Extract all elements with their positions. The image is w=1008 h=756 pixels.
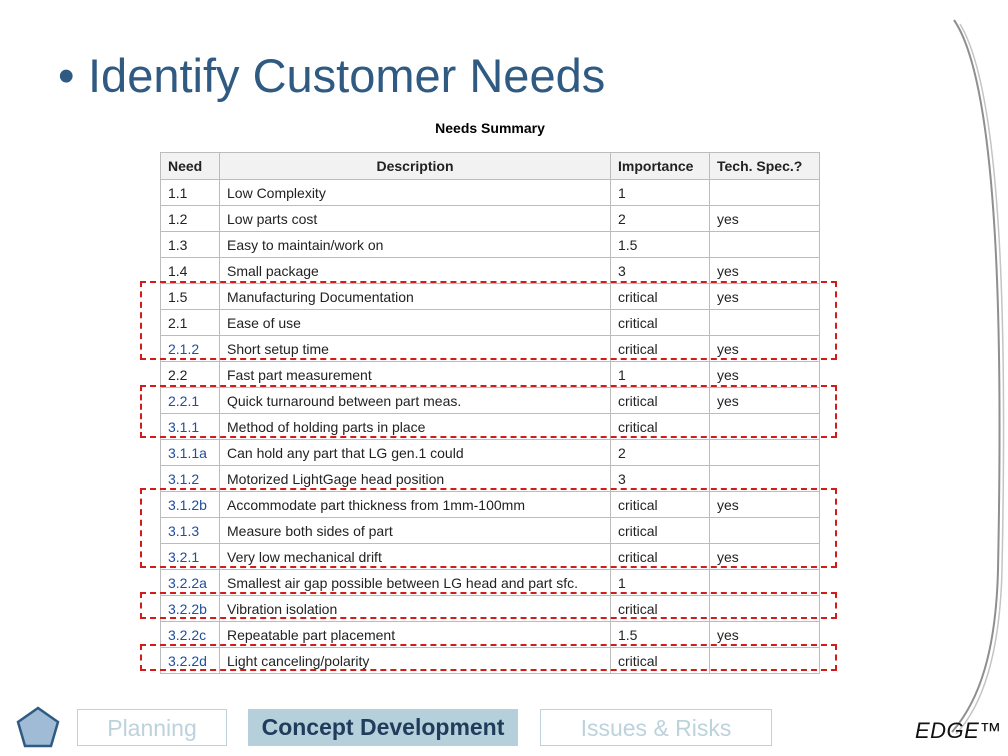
- tab-planning[interactable]: Planning: [77, 709, 227, 746]
- highlight-box: [140, 385, 837, 438]
- need-cell: 1.3: [160, 231, 220, 258]
- table-caption: Needs Summary: [435, 120, 545, 136]
- tech-spec-cell: yes: [709, 205, 820, 232]
- table-row: 1.1 Low Complexity 1: [160, 179, 820, 206]
- tech-spec-cell: [709, 179, 820, 206]
- tech-spec-cell: yes: [709, 257, 820, 284]
- highlight-box: [140, 644, 837, 671]
- description-cell: Fast part measurement: [219, 361, 611, 388]
- table-header-row: Need Description Importance Tech. Spec.?: [160, 152, 820, 180]
- table-row: 1.4 Small package 3 yes: [160, 257, 820, 284]
- importance-cell: 2: [610, 205, 710, 232]
- description-cell: Small package: [219, 257, 611, 284]
- col-header-importance: Importance: [610, 152, 710, 180]
- tab-issues-risks[interactable]: Issues & Risks: [540, 709, 772, 746]
- slide-title: • Identify Customer Needs: [58, 52, 605, 99]
- table-row: 3.1.1a Can hold any part that LG gen.1 co…: [160, 439, 820, 466]
- col-header-description: Description: [219, 152, 611, 180]
- highlight-box: [140, 281, 837, 360]
- highlight-box: [140, 592, 837, 619]
- importance-cell: 1: [610, 361, 710, 388]
- col-header-need: Need: [160, 152, 220, 180]
- tab-concept-development[interactable]: Concept Development: [248, 709, 518, 746]
- tech-spec-cell: [709, 231, 820, 258]
- need-cell: 3.1.1a: [160, 439, 220, 466]
- tech-spec-cell: yes: [709, 361, 820, 388]
- importance-cell: 1: [610, 179, 710, 206]
- need-cell: 1.4: [160, 257, 220, 284]
- description-cell: Low Complexity: [219, 179, 611, 206]
- importance-cell: 1.5: [610, 231, 710, 258]
- need-cell: 1.2: [160, 205, 220, 232]
- highlight-box: [140, 488, 837, 568]
- description-cell: Easy to maintain/work on: [219, 231, 611, 258]
- importance-cell: 3: [610, 257, 710, 284]
- tech-spec-cell: [709, 439, 820, 466]
- need-cell: 2.2: [160, 361, 220, 388]
- need-cell: 1.1: [160, 179, 220, 206]
- title-text: Identify Customer Needs: [88, 49, 606, 102]
- edge-logo: EDGE™: [915, 718, 1002, 743]
- decorative-curve: [951, 19, 1005, 735]
- title-bullet: •: [58, 49, 75, 102]
- col-header-tech-spec: Tech. Spec.?: [709, 152, 820, 180]
- description-cell: Low parts cost: [219, 205, 611, 232]
- table-row: 2.2 Fast part measurement 1 yes: [160, 361, 820, 388]
- importance-cell: 2: [610, 439, 710, 466]
- table-row: 1.2 Low parts cost 2 yes: [160, 205, 820, 232]
- pentagon-home-icon[interactable]: [16, 706, 60, 748]
- description-cell: Can hold any part that LG gen.1 could: [219, 439, 611, 466]
- table-row: 1.3 Easy to maintain/work on 1.5: [160, 231, 820, 258]
